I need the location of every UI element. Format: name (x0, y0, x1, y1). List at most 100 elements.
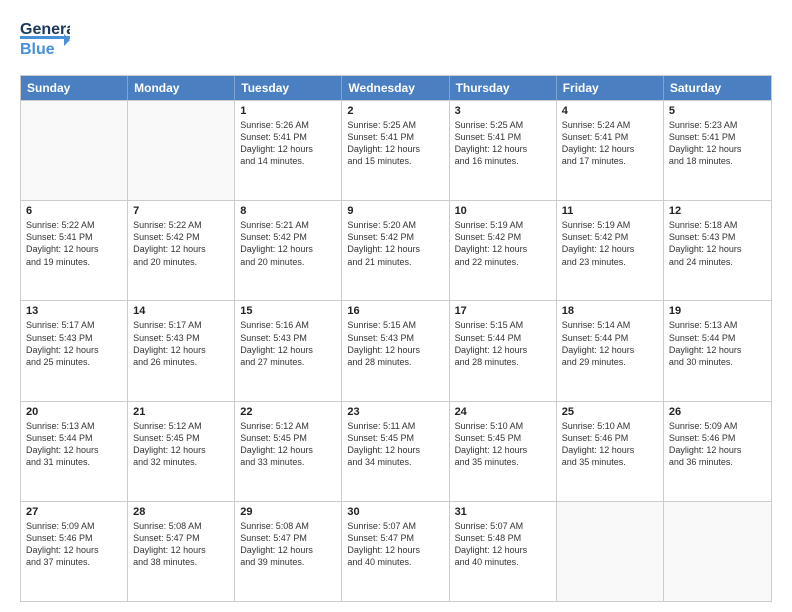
day-number: 18 (562, 305, 658, 317)
day-info: Sunrise: 5:25 AMSunset: 5:41 PMDaylight:… (347, 119, 443, 168)
day-header-wednesday: Wednesday (342, 76, 449, 100)
day-info: Sunrise: 5:13 AMSunset: 5:44 PMDaylight:… (669, 319, 766, 368)
week-row-3: 13Sunrise: 5:17 AMSunset: 5:43 PMDayligh… (21, 300, 771, 400)
day-info: Sunrise: 5:12 AMSunset: 5:45 PMDaylight:… (240, 420, 336, 469)
day-cell-9: 9 Sunrise: 5:20 AMSunset: 5:42 PMDaylight… (342, 201, 449, 300)
day-cell-1: 1 Sunrise: 5:26 AMSunset: 5:41 PMDaylight… (235, 101, 342, 200)
day-info: Sunrise: 5:11 AMSunset: 5:45 PMDaylight:… (347, 420, 443, 469)
week-row-5: 27 Sunrise: 5:09 AMSunset: 5:46 PMDayligh… (21, 501, 771, 601)
day-number: 1 (240, 105, 336, 117)
day-header-thursday: Thursday (450, 76, 557, 100)
day-cell-28: 28 Sunrise: 5:08 AMSunset: 5:47 PMDayligh… (128, 502, 235, 601)
day-info: Sunrise: 5:13 AMSunset: 5:44 PMDaylight:… (26, 420, 122, 469)
day-number: 2 (347, 105, 443, 117)
header: General Blue (20, 16, 772, 65)
day-info: Sunrise: 5:10 AMSunset: 5:46 PMDaylight:… (562, 420, 658, 469)
day-cell-8: 8 Sunrise: 5:21 AMSunset: 5:42 PMDaylight… (235, 201, 342, 300)
day-number: 29 (240, 506, 336, 518)
day-number: 28 (133, 506, 229, 518)
day-number: 20 (26, 406, 122, 418)
day-number: 21 (133, 406, 229, 418)
day-cell-2: 2 Sunrise: 5:25 AMSunset: 5:41 PMDaylight… (342, 101, 449, 200)
day-cell-29: 29 Sunrise: 5:08 AMSunset: 5:47 PMDayligh… (235, 502, 342, 601)
day-info: Sunrise: 5:21 AMSunset: 5:42 PMDaylight:… (240, 219, 336, 268)
day-cell-18: 18 Sunrise: 5:14 AMSunset: 5:44 PMDayligh… (557, 301, 664, 400)
day-info: Sunrise: 5:26 AMSunset: 5:41 PMDaylight:… (240, 119, 336, 168)
day-info: Sunrise: 5:16 AMSunset: 5:43 PMDaylight:… (240, 319, 336, 368)
week-row-1: 1 Sunrise: 5:26 AMSunset: 5:41 PMDaylight… (21, 100, 771, 200)
day-number: 3 (455, 105, 551, 117)
day-number: 13 (26, 305, 122, 317)
day-cell-30: 30 Sunrise: 5:07 AMSunset: 5:47 PMDayligh… (342, 502, 449, 601)
day-number: 7 (133, 205, 229, 217)
empty-cell (128, 101, 235, 200)
day-number: 27 (26, 506, 122, 518)
day-cell-26: 26 Sunrise: 5:09 AMSunset: 5:46 PMDayligh… (664, 402, 771, 501)
day-cell-16: 16 Sunrise: 5:15 AMSunset: 5:43 PMDayligh… (342, 301, 449, 400)
day-cell-31: 31 Sunrise: 5:07 AMSunset: 5:48 PMDayligh… (450, 502, 557, 601)
day-header-tuesday: Tuesday (235, 76, 342, 100)
day-info: Sunrise: 5:08 AMSunset: 5:47 PMDaylight:… (240, 520, 336, 569)
day-number: 5 (669, 105, 766, 117)
day-number: 31 (455, 506, 551, 518)
day-number: 30 (347, 506, 443, 518)
day-number: 9 (347, 205, 443, 217)
week-row-2: 6Sunrise: 5:22 AMSunset: 5:41 PMDaylight… (21, 200, 771, 300)
day-cell-23: 23Sunrise: 5:11 AMSunset: 5:45 PMDayligh… (342, 402, 449, 501)
day-cell-25: 25Sunrise: 5:10 AMSunset: 5:46 PMDayligh… (557, 402, 664, 501)
day-number: 26 (669, 406, 766, 418)
day-cell-15: 15 Sunrise: 5:16 AMSunset: 5:43 PMDayligh… (235, 301, 342, 400)
day-info: Sunrise: 5:09 AMSunset: 5:46 PMDaylight:… (669, 420, 766, 469)
logo: General Blue (20, 16, 70, 65)
day-number: 22 (240, 406, 336, 418)
day-cell-11: 11Sunrise: 5:19 AMSunset: 5:42 PMDayligh… (557, 201, 664, 300)
day-number: 4 (562, 105, 658, 117)
day-info: Sunrise: 5:07 AMSunset: 5:48 PMDaylight:… (455, 520, 551, 569)
svg-text:Blue: Blue (20, 41, 55, 58)
day-info: Sunrise: 5:22 AMSunset: 5:42 PMDaylight:… (133, 219, 229, 268)
day-cell-14: 14Sunrise: 5:17 AMSunset: 5:43 PMDayligh… (128, 301, 235, 400)
day-cell-27: 27 Sunrise: 5:09 AMSunset: 5:46 PMDayligh… (21, 502, 128, 601)
day-cell-20: 20 Sunrise: 5:13 AMSunset: 5:44 PMDayligh… (21, 402, 128, 501)
day-cell-21: 21Sunrise: 5:12 AMSunset: 5:45 PMDayligh… (128, 402, 235, 501)
day-cell-10: 10 Sunrise: 5:19 AMSunset: 5:42 PMDayligh… (450, 201, 557, 300)
day-info: Sunrise: 5:18 AMSunset: 5:43 PMDaylight:… (669, 219, 766, 268)
day-number: 16 (347, 305, 443, 317)
day-number: 8 (240, 205, 336, 217)
day-info: Sunrise: 5:10 AMSunset: 5:45 PMDaylight:… (455, 420, 551, 469)
day-number: 11 (562, 205, 658, 217)
day-header-saturday: Saturday (664, 76, 771, 100)
day-info: Sunrise: 5:08 AMSunset: 5:47 PMDaylight:… (133, 520, 229, 569)
page: General Blue SundayMondayTuesdayWednesday… (0, 0, 792, 612)
day-header-friday: Friday (557, 76, 664, 100)
day-header-sunday: Sunday (21, 76, 128, 100)
day-number: 24 (455, 406, 551, 418)
day-number: 14 (133, 305, 229, 317)
day-info: Sunrise: 5:23 AMSunset: 5:41 PMDaylight:… (669, 119, 766, 168)
day-info: Sunrise: 5:24 AMSunset: 5:41 PMDaylight:… (562, 119, 658, 168)
day-header-monday: Monday (128, 76, 235, 100)
day-number: 15 (240, 305, 336, 317)
day-info: Sunrise: 5:22 AMSunset: 5:41 PMDaylight:… (26, 219, 122, 268)
svg-text:General: General (20, 21, 70, 38)
calendar-header: SundayMondayTuesdayWednesdayThursdayFrid… (21, 76, 771, 100)
day-cell-22: 22 Sunrise: 5:12 AMSunset: 5:45 PMDayligh… (235, 402, 342, 501)
day-number: 10 (455, 205, 551, 217)
calendar-body: 1 Sunrise: 5:26 AMSunset: 5:41 PMDaylight… (21, 100, 771, 601)
day-info: Sunrise: 5:15 AMSunset: 5:43 PMDaylight:… (347, 319, 443, 368)
day-info: Sunrise: 5:07 AMSunset: 5:47 PMDaylight:… (347, 520, 443, 569)
day-cell-13: 13Sunrise: 5:17 AMSunset: 5:43 PMDayligh… (21, 301, 128, 400)
day-cell-24: 24 Sunrise: 5:10 AMSunset: 5:45 PMDayligh… (450, 402, 557, 501)
day-cell-3: 3 Sunrise: 5:25 AMSunset: 5:41 PMDaylight… (450, 101, 557, 200)
day-info: Sunrise: 5:25 AMSunset: 5:41 PMDaylight:… (455, 119, 551, 168)
day-cell-19: 19Sunrise: 5:13 AMSunset: 5:44 PMDayligh… (664, 301, 771, 400)
day-info: Sunrise: 5:20 AMSunset: 5:42 PMDaylight:… (347, 219, 443, 268)
day-cell-5: 5 Sunrise: 5:23 AMSunset: 5:41 PMDaylight… (664, 101, 771, 200)
day-number: 12 (669, 205, 766, 217)
day-info: Sunrise: 5:14 AMSunset: 5:44 PMDaylight:… (562, 319, 658, 368)
day-cell-7: 7 Sunrise: 5:22 AMSunset: 5:42 PMDaylight… (128, 201, 235, 300)
empty-cell (664, 502, 771, 601)
day-info: Sunrise: 5:09 AMSunset: 5:46 PMDaylight:… (26, 520, 122, 569)
day-info: Sunrise: 5:19 AMSunset: 5:42 PMDaylight:… (455, 219, 551, 268)
day-info: Sunrise: 5:15 AMSunset: 5:44 PMDaylight:… (455, 319, 551, 368)
